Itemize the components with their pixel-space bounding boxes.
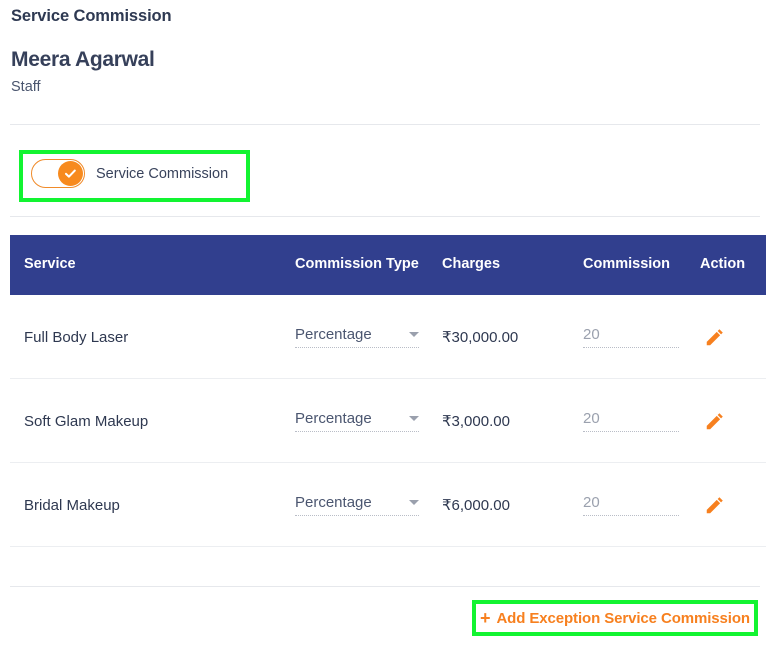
pencil-icon <box>704 494 726 516</box>
cell-charges: ₹6,000.00 <box>442 497 510 514</box>
service-commission-page: Service Commission Meera Agarwal Staff S… <box>0 0 766 657</box>
add-button-label: Add Exception Service Commission <box>496 609 750 627</box>
cell-charges: ₹30,000.00 <box>442 329 519 346</box>
add-exception-service-commission-button[interactable]: + Add Exception Service Commission <box>476 604 754 632</box>
pencil-icon <box>704 410 726 432</box>
column-header-service: Service <box>24 256 76 273</box>
service-commission-toggle-label: Service Commission <box>96 165 229 182</box>
cell-action <box>700 463 766 547</box>
service-commission-toggle[interactable] <box>31 159 85 188</box>
commission-type-select[interactable]: Percentage <box>295 410 419 432</box>
chevron-down-icon <box>409 332 419 337</box>
staff-role: Staff <box>11 79 41 95</box>
edit-button[interactable] <box>700 490 730 520</box>
commission-type-value: Percentage <box>295 326 372 343</box>
commission-type-select[interactable]: Percentage <box>295 494 419 516</box>
service-commission-table: Service Commission Type Charges Commissi… <box>10 235 766 547</box>
cell-action <box>700 379 766 463</box>
column-header-action: Action <box>700 256 746 273</box>
cell-service: Full Body Laser <box>24 328 129 346</box>
commission-input[interactable]: 20 <box>583 494 679 516</box>
commission-type-value: Percentage <box>295 494 372 511</box>
plus-icon: + <box>480 608 491 628</box>
table-row: Full Body Laser Percentage ₹30,000.00 20 <box>10 295 766 379</box>
cell-service: Bridal Makeup <box>24 496 120 514</box>
pencil-icon <box>704 326 726 348</box>
cell-action <box>700 295 766 379</box>
commission-type-select[interactable]: Percentage <box>295 326 419 348</box>
cell-service: Soft Glam Makeup <box>24 412 149 430</box>
chevron-down-icon <box>409 416 419 421</box>
commission-input[interactable]: 20 <box>583 326 679 348</box>
edit-button[interactable] <box>700 406 730 436</box>
table-row: Bridal Makeup Percentage ₹6,000.00 20 <box>10 463 766 547</box>
commission-type-value: Percentage <box>295 410 372 427</box>
toggle-knob <box>58 161 83 186</box>
edit-button[interactable] <box>700 322 730 352</box>
cell-commission-type: Percentage <box>295 463 435 547</box>
check-icon <box>63 166 78 181</box>
cell-commission-type: Percentage <box>295 379 435 463</box>
table-header-row: Service Commission Type Charges Commissi… <box>10 235 766 295</box>
cell-commission: 20 <box>583 379 703 463</box>
cell-commission: 20 <box>583 463 703 547</box>
page-title: Service Commission <box>11 7 172 25</box>
commission-input[interactable]: 20 <box>583 410 679 432</box>
divider-below-toggle <box>10 216 760 217</box>
service-commission-toggle-row[interactable]: Service Commission <box>31 159 228 188</box>
cell-commission-type: Percentage <box>295 295 435 379</box>
staff-name: Meera Agarwal <box>11 48 155 71</box>
divider-above-footer <box>10 586 760 587</box>
column-header-commission-type: Commission Type <box>295 256 419 273</box>
table-row: Soft Glam Makeup Percentage ₹3,000.00 20 <box>10 379 766 463</box>
cell-charges: ₹3,000.00 <box>442 413 510 430</box>
divider-top <box>10 124 760 125</box>
cell-commission: 20 <box>583 295 703 379</box>
chevron-down-icon <box>409 500 419 505</box>
column-header-charges: Charges <box>442 256 501 273</box>
column-header-commission: Commission <box>583 256 671 273</box>
